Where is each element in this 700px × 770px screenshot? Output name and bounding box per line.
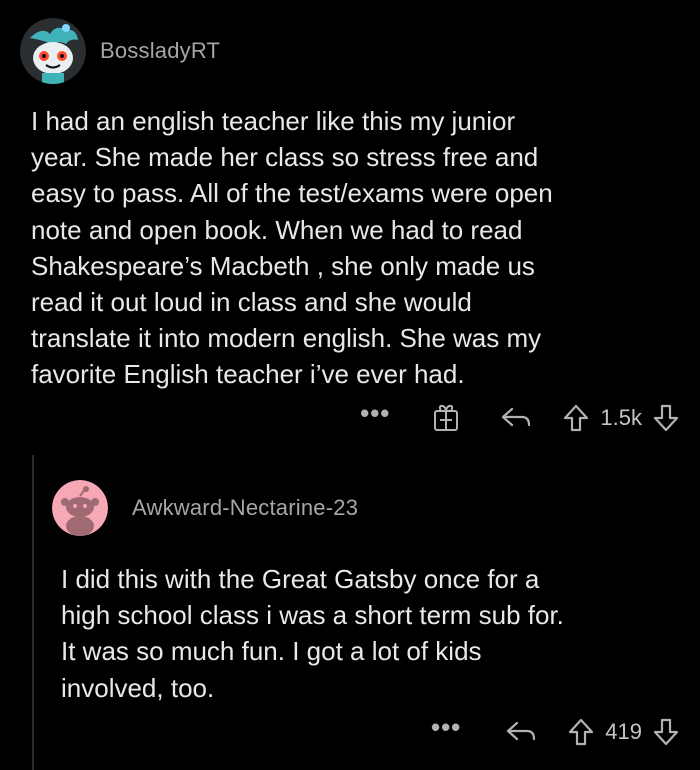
more-options-icon[interactable]: ••• [360,400,390,426]
snoo-avatar-icon [52,480,108,536]
avatar[interactable] [20,18,86,84]
comment-actions: ••• 1.5k [360,397,680,439]
upvote-icon[interactable] [562,403,590,433]
downvote-icon[interactable] [652,403,680,433]
downvote-icon[interactable] [652,717,680,747]
comment-header: BossladyRT [20,18,220,84]
username[interactable]: Awkward-Nectarine-23 [132,495,358,521]
comment-body: I did this with the Great Gatsby once fo… [61,564,564,703]
award-gift-icon[interactable] [432,403,460,433]
comment-actions: ••• 419 [431,711,680,753]
avatar[interactable] [52,480,108,536]
reply-icon[interactable] [505,719,537,745]
comment-body: I had an english teacher like this my ju… [31,106,553,390]
comment-header: Awkward-Nectarine-23 [52,480,358,536]
more-options-icon[interactable]: ••• [431,714,461,740]
thread-line[interactable] [32,455,34,770]
vote-count: 1.5k [600,405,642,430]
snoo-avatar-icon [20,18,86,84]
vote-count: 419 [605,719,642,744]
username[interactable]: BossladyRT [100,38,220,64]
upvote-icon[interactable] [567,717,595,747]
reply-icon[interactable] [500,405,532,431]
